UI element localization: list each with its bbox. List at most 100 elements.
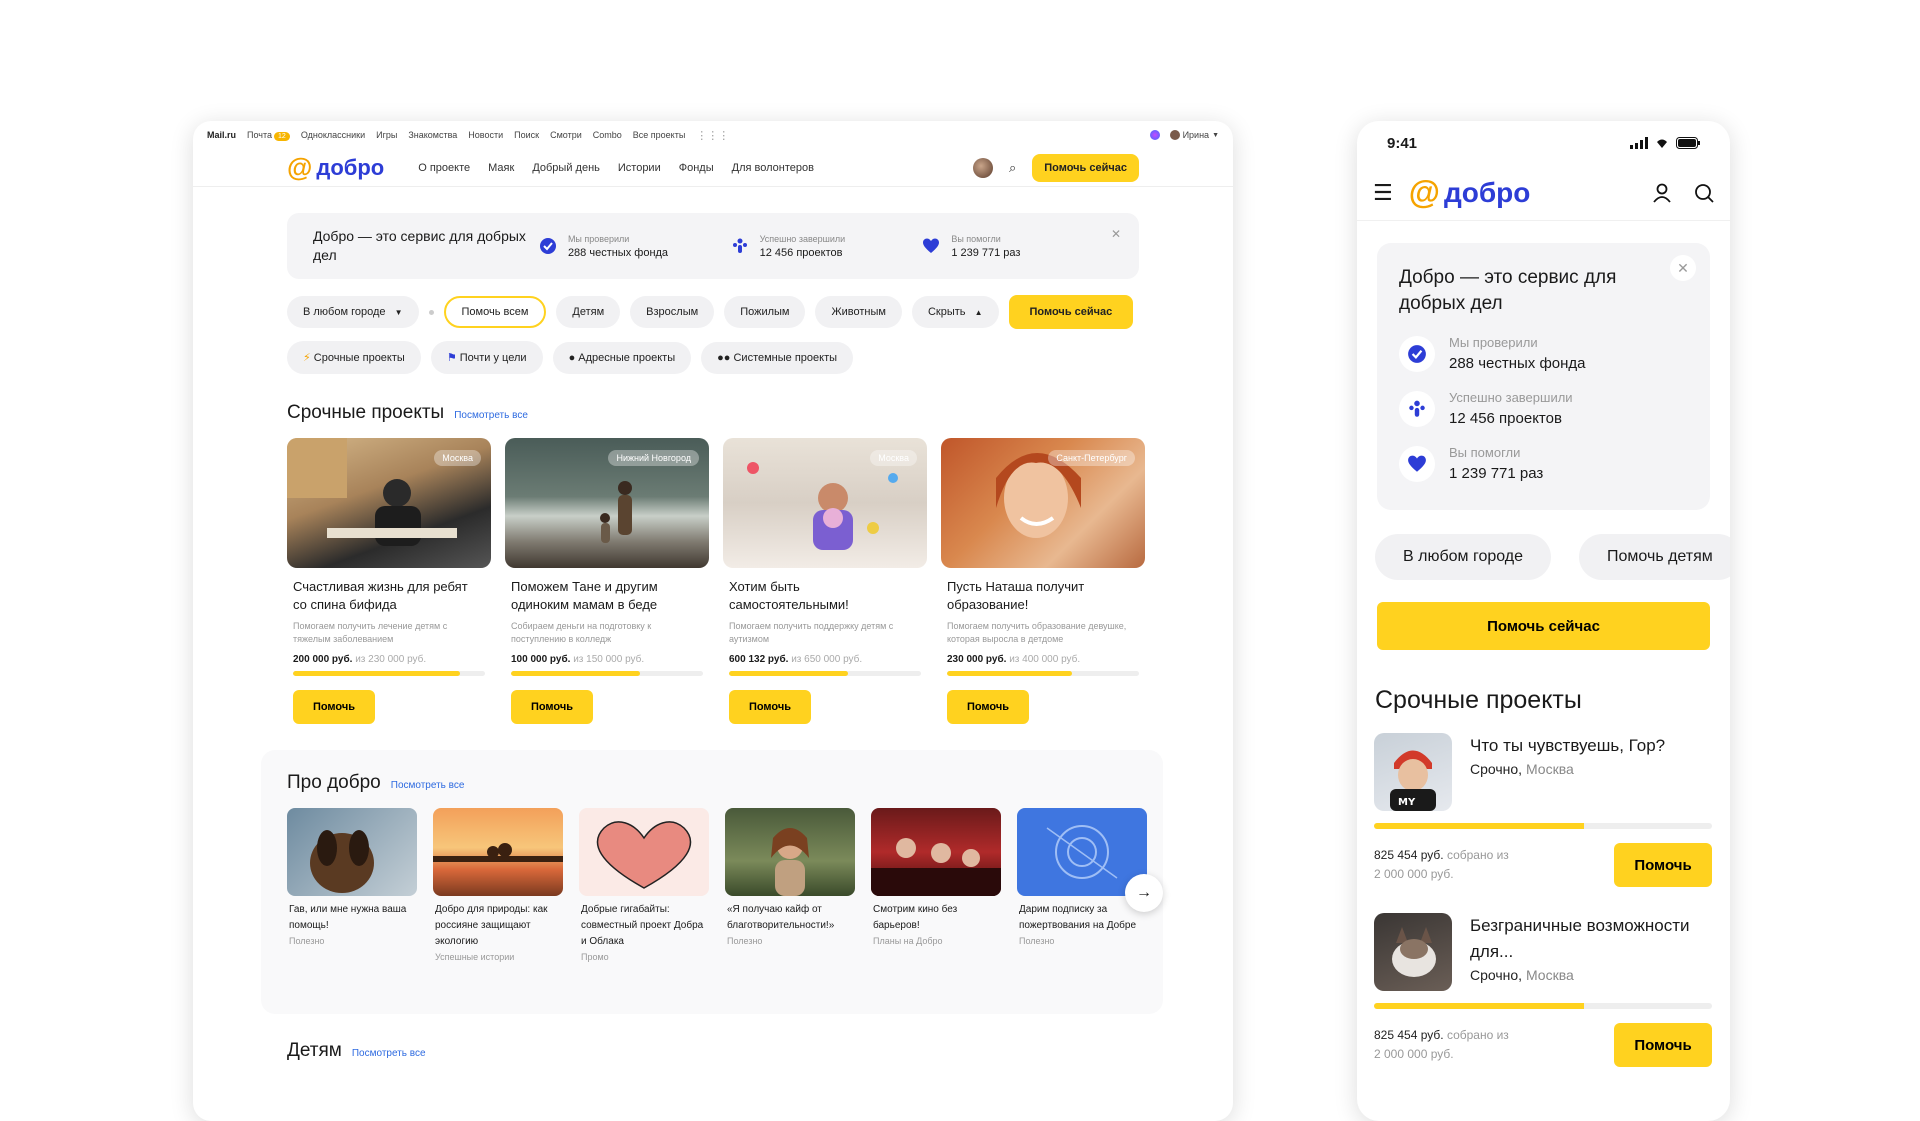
city-select[interactable]: В любом городе ▼ xyxy=(287,296,419,328)
article-card[interactable]: Гав, или мне нужна ваша помощь! Полезно xyxy=(287,808,417,962)
article-title: Добрые гигабайты: совместный проект Добр… xyxy=(581,904,704,947)
help-now-filter-button[interactable]: Помочь сейчас xyxy=(1008,295,1134,329)
portal-link-mail[interactable]: Почта 12 xyxy=(247,130,290,141)
user-name: Ирина xyxy=(1182,130,1210,140)
chip-animals[interactable]: Животным xyxy=(815,296,902,328)
project-title[interactable]: Счастливая жизнь для ребят со спина бифи… xyxy=(293,578,485,614)
project-city: Москва xyxy=(1525,761,1574,777)
mobile-nav-right xyxy=(1652,183,1714,203)
project-title[interactable]: Пусть Наташа получит образование! xyxy=(947,578,1139,614)
hide-toggle[interactable]: Скрыть ▲ xyxy=(911,296,999,328)
chip-kids[interactable]: Детям xyxy=(556,296,621,328)
help-now-button[interactable]: Помочь сейчас xyxy=(1377,602,1710,650)
progress-fill xyxy=(1374,823,1584,829)
amount-goal: из 150 000 руб. xyxy=(573,654,645,665)
project-card[interactable]: Нижний Новгород Поможем Тане и другим од… xyxy=(505,438,709,724)
person-icon: ● xyxy=(568,351,576,364)
close-icon[interactable]: ✕ xyxy=(1111,227,1121,241)
city-select[interactable]: В любом городе xyxy=(1375,534,1552,580)
help-button[interactable]: Помочь xyxy=(293,690,375,724)
nav-item-mayak[interactable]: Маяк xyxy=(488,162,514,174)
article-card[interactable]: Добро для природы: как россияне защищают… xyxy=(433,808,563,962)
see-all-link[interactable]: Посмотреть все xyxy=(454,410,528,421)
chip-urgent[interactable]: ⚡ Срочные проекты xyxy=(287,341,421,374)
stat-value: 288 честных фонда xyxy=(1449,355,1586,372)
article-card[interactable]: «Я получаю кайф от благотворительности!»… xyxy=(725,808,855,962)
project-title[interactable]: Безграничные возможности для... xyxy=(1470,913,1712,965)
help-button[interactable]: Помочь xyxy=(947,690,1029,724)
chip-help-all[interactable]: Помочь всем xyxy=(443,296,547,328)
project-card[interactable]: Москва Хотим быть самостоятельными! Помо… xyxy=(723,438,927,724)
arrow-right-icon[interactable]: → xyxy=(1125,874,1163,912)
help-button[interactable]: Помочь xyxy=(511,690,593,724)
heart-icon xyxy=(1399,445,1435,482)
portal-link-ok[interactable]: Одноклассники xyxy=(301,130,365,140)
search-icon[interactable] xyxy=(1694,183,1714,203)
progress-bar xyxy=(947,671,1139,676)
progress-fill xyxy=(293,671,461,676)
project-title[interactable]: Хотим быть самостоятельными! xyxy=(729,578,921,614)
project-desc: Помогаем получить поддержку детям с аути… xyxy=(729,621,894,644)
mobile-project-card[interactable]: Безграничные возможности для... Срочно, … xyxy=(1374,913,1712,1067)
help-button[interactable]: Помочь xyxy=(1614,1023,1712,1067)
amount-raised: 825 454 руб. xyxy=(1374,848,1444,862)
stat-value: 12 456 проектов xyxy=(1449,410,1562,427)
mobile-filters: В любом городе Помочь детям xyxy=(1375,534,1730,580)
article-image xyxy=(579,808,709,896)
see-all-link[interactable]: Посмотреть все xyxy=(352,1048,426,1059)
stat-label: Мы проверили xyxy=(1449,335,1538,350)
portal-link-combo[interactable]: Combo xyxy=(593,130,622,140)
chip-help-kids[interactable]: Помочь детям xyxy=(1579,534,1730,580)
grid-icon[interactable]: ⋮⋮⋮ xyxy=(696,129,729,142)
chip-adults[interactable]: Взрослым xyxy=(630,296,715,328)
article-category: Планы на Добро xyxy=(873,936,943,946)
article-card[interactable]: Добрые гигабайты: совместный проект Добр… xyxy=(579,808,709,962)
nav-item-about[interactable]: О проекте xyxy=(418,162,470,174)
project-card[interactable]: Москва Счастливая жизнь для ребят со спи… xyxy=(287,438,491,724)
mobile-project-card[interactable]: MY Что ты чувствуешь, Гор? Срочно, Москв… xyxy=(1374,733,1712,887)
close-icon[interactable]: ✕ xyxy=(1670,255,1696,281)
at-logo-icon: @ xyxy=(287,152,313,182)
search-icon[interactable]: ⌕ xyxy=(1009,160,1016,176)
portal-link-games[interactable]: Игры xyxy=(376,130,397,140)
wifi-icon xyxy=(1657,139,1667,148)
amount-goal: из 400 000 руб. xyxy=(1009,654,1081,665)
project-desc: Помогаем получить образование девушке, к… xyxy=(947,621,1127,644)
portal-brand[interactable]: Mail.ru xyxy=(207,130,236,140)
portal-link-news[interactable]: Новости xyxy=(468,130,503,140)
nav-item-funds[interactable]: Фонды xyxy=(679,162,714,174)
portal-link-all[interactable]: Все проекты xyxy=(633,130,686,140)
help-button[interactable]: Помочь xyxy=(1614,843,1712,887)
avatar[interactable] xyxy=(972,157,993,178)
portal-user[interactable]: Ирина ▼ xyxy=(1169,130,1219,140)
urgent-header: Срочные проекты Посмотреть все xyxy=(287,402,1139,424)
assistant-icon[interactable] xyxy=(1149,130,1160,140)
nav-item-good-day[interactable]: Добрый день xyxy=(532,162,600,174)
help-now-button[interactable]: Помочь сейчас xyxy=(1032,153,1139,182)
pro-dobro-section: Про добро Посмотреть все Гав, или мне ну… xyxy=(261,750,1163,1014)
chip-elderly[interactable]: Пожилым xyxy=(724,296,806,328)
menu-icon[interactable]: ☰ xyxy=(1373,180,1393,206)
portal-link-search[interactable]: Поиск xyxy=(514,130,539,140)
project-card[interactable]: Санкт-Петербург Пусть Наташа получит обр… xyxy=(941,438,1145,724)
nav-item-stories[interactable]: Истории xyxy=(618,162,661,174)
chip-address[interactable]: ● Адресные проекты xyxy=(552,341,692,374)
article-card[interactable]: Смотрим кино без барьеров! Планы на Добр… xyxy=(871,808,1001,962)
dobro-logo[interactable]: @ добро xyxy=(1409,174,1531,211)
profile-icon[interactable] xyxy=(1652,183,1672,203)
project-title[interactable]: Поможем Тане и другим одиноким мамам в б… xyxy=(511,578,703,614)
project-title[interactable]: Что ты чувствуешь, Гор? xyxy=(1470,733,1665,759)
portal-link-dating[interactable]: Знакомства xyxy=(408,130,457,140)
amount-raised: 600 132 руб. xyxy=(729,654,789,665)
see-all-link[interactable]: Посмотреть все xyxy=(391,780,465,791)
chip-almost-goal[interactable]: ⚑ Почти у цели xyxy=(430,341,543,374)
nav-item-volunteers[interactable]: Для волонтеров xyxy=(732,162,814,174)
dobro-logo[interactable]: @ добро xyxy=(287,152,384,183)
portal-link-watch[interactable]: Смотри xyxy=(550,130,582,140)
city-badge: Москва xyxy=(870,450,917,466)
section-title: Детям xyxy=(287,1040,342,1061)
progress-bar xyxy=(1374,823,1712,829)
help-button[interactable]: Помочь xyxy=(729,690,811,724)
chip-system[interactable]: ●● Системные проекты xyxy=(701,341,854,374)
article-image xyxy=(287,808,417,896)
